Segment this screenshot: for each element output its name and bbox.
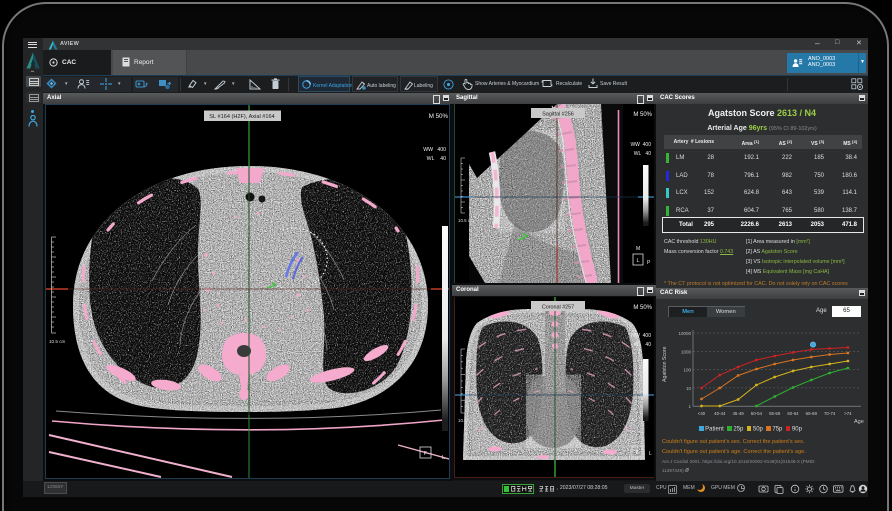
svg-text:>74: >74 xyxy=(844,411,852,416)
svg-text:45-49: 45-49 xyxy=(732,411,744,416)
svg-text:1: 1 xyxy=(688,404,691,409)
svg-text:100: 100 xyxy=(683,368,691,373)
svg-text:10000: 10000 xyxy=(678,331,691,336)
svg-text:10.5 cm: 10.5 cm xyxy=(49,339,66,344)
svg-text:M 50%: M 50% xyxy=(633,112,652,118)
svg-text:<40: <40 xyxy=(698,411,706,416)
svg-text:Agatston Score: Agatston Score xyxy=(662,346,668,382)
svg-text:WW 400: WW 400 xyxy=(423,147,446,153)
svg-text:M 50%: M 50% xyxy=(429,113,449,120)
svg-text:L: L xyxy=(442,455,445,461)
svg-text:M: M xyxy=(636,246,640,252)
svg-text:Sagittal #256: Sagittal #256 xyxy=(542,112,573,118)
svg-text:L: L xyxy=(649,451,652,457)
svg-text:70-74: 70-74 xyxy=(824,411,836,416)
svg-text:1000: 1000 xyxy=(681,349,692,354)
svg-text:60-64: 60-64 xyxy=(787,411,799,416)
svg-text:WW 400: WW 400 xyxy=(630,333,651,339)
svg-text:M 50%: M 50% xyxy=(633,305,652,311)
svg-text:WL 40: WL 40 xyxy=(634,151,651,157)
svg-text:65-69: 65-69 xyxy=(806,411,818,416)
svg-text:SL #164 (H2F), Axial #164: SL #164 (H2F), Axial #164 xyxy=(209,114,274,120)
svg-text:40-44: 40-44 xyxy=(714,411,726,416)
svg-text:Coronal #257: Coronal #257 xyxy=(542,305,574,311)
svg-text:10: 10 xyxy=(686,386,692,391)
svg-text:L: L xyxy=(636,258,639,264)
svg-text:55-59: 55-59 xyxy=(769,411,781,416)
svg-text:10.5 cm: 10.5 cm xyxy=(458,418,474,423)
svg-text:Age: Age xyxy=(854,419,864,425)
svg-text:WW 400: WW 400 xyxy=(630,142,651,148)
svg-text:50-54: 50-54 xyxy=(751,411,763,416)
svg-text:10.5 cm: 10.5 cm xyxy=(458,218,474,223)
svg-text:WL 40: WL 40 xyxy=(634,342,651,348)
svg-text:WL 40: WL 40 xyxy=(427,156,446,162)
